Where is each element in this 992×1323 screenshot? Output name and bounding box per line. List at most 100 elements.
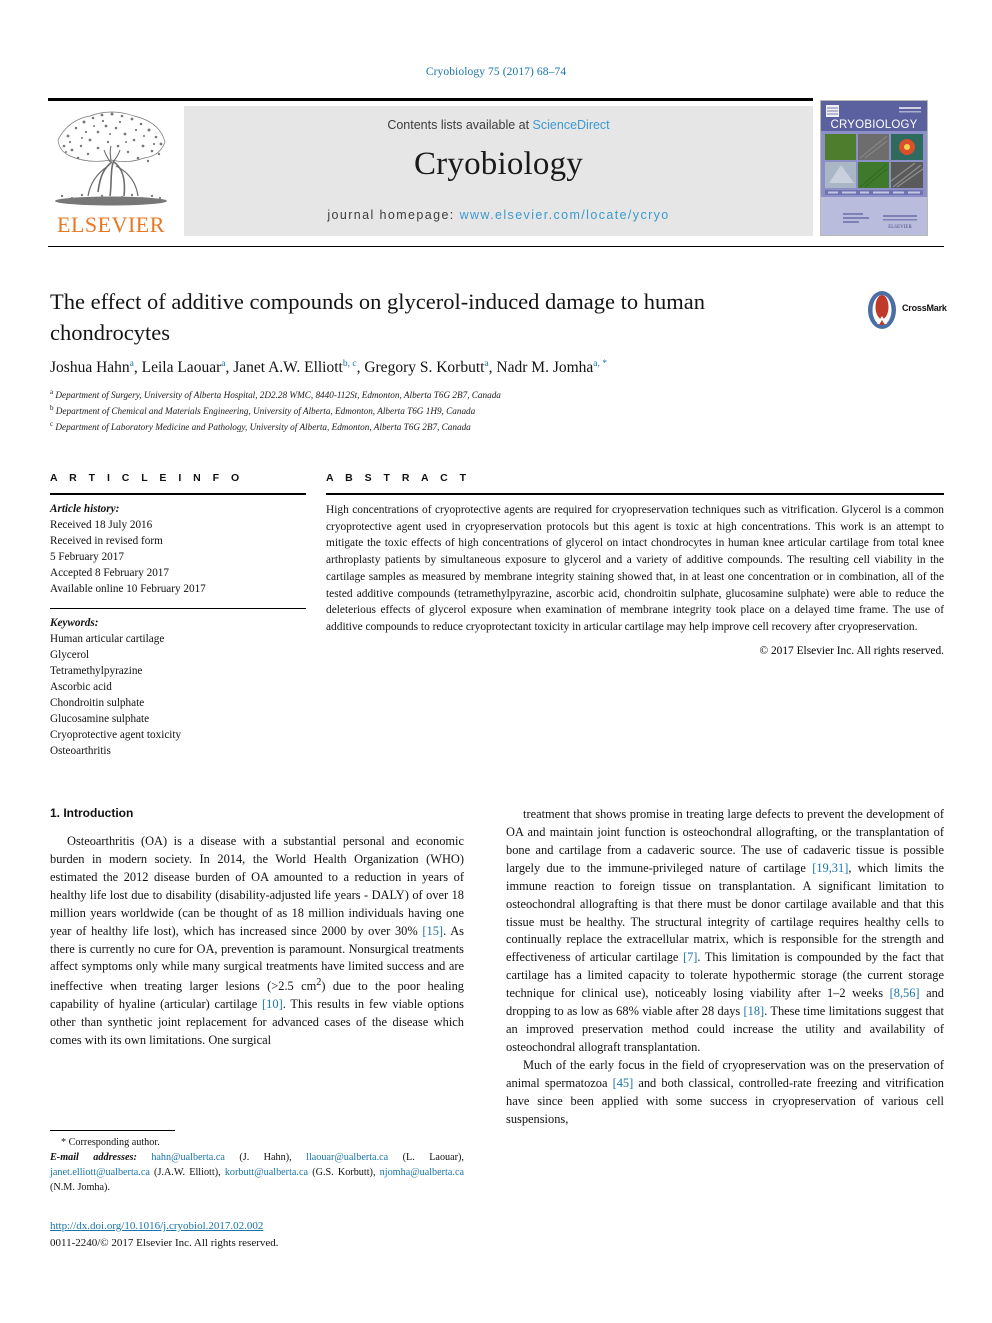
- intro-paragraphs-left: Osteoarthritis (OA) is a disease with a …: [50, 833, 464, 1050]
- corresponding-author-note: * Corresponding author. E-mail addresses…: [50, 1136, 464, 1196]
- author-name: Joshua Hahn: [50, 359, 130, 377]
- footnote-block: * Corresponding author. E-mail addresses…: [50, 1130, 464, 1196]
- author-name: Janet A.W. Elliott: [233, 359, 343, 377]
- affiliation-mark: c: [50, 419, 54, 428]
- citation-link[interactable]: [10]: [262, 997, 283, 1011]
- crossmark-icon: [868, 291, 896, 329]
- author-name: Leila Laouar: [141, 359, 222, 377]
- keywords-label: Keywords:: [50, 617, 99, 630]
- affiliation-item: a Department of Surgery, University of A…: [50, 388, 501, 401]
- corresponding-author-label: * Corresponding author.: [61, 1137, 160, 1148]
- affiliation-item: b Department of Chemical and Materials E…: [50, 403, 476, 417]
- svg-text:ELSEVIER: ELSEVIER: [888, 225, 912, 230]
- elsevier-logo: ELSEVIER: [48, 106, 174, 236]
- article-info-column: A R T I C L E I N F O Article history: R…: [50, 472, 306, 760]
- citation-link[interactable]: [19,31]: [812, 861, 848, 875]
- article-history-label: Article history:: [50, 503, 120, 515]
- email-owner: (L. Laouar),: [388, 1151, 464, 1163]
- citation-link[interactable]: [8,56]: [890, 986, 920, 1000]
- keywords-block: Keywords: Human articular cartilage Glyce…: [50, 616, 306, 759]
- article-info-rule: [50, 493, 306, 495]
- email-link[interactable]: hahn@ualberta.ca: [151, 1152, 225, 1163]
- body-paragraph: treatment that shows promise in treating…: [506, 807, 944, 1054]
- contents-available-line: Contents lists available at ScienceDirec…: [184, 118, 813, 132]
- article-title: The effect of additive compounds on glyc…: [50, 289, 705, 346]
- keyword-item: Tetramethylpyrazine: [50, 665, 143, 678]
- running-head: Cryobiology 75 (2017) 68–74: [425, 66, 567, 78]
- article-history-item: 5 February 2017: [50, 550, 124, 563]
- email-addresses-line: E-mail addresses: hahn@ualberta.ca (J. H…: [50, 1151, 464, 1196]
- affiliation-mark: a: [50, 388, 54, 396]
- journal-masthead: ELSEVIER Contents lists available at Sci…: [48, 98, 944, 236]
- abstract-heading: A B S T R A C T: [326, 472, 471, 484]
- sciencedirect-link[interactable]: ScienceDirect: [533, 118, 610, 132]
- author-affiliation-mark: b, c: [342, 359, 357, 369]
- author-affiliation-mark: a: [221, 359, 226, 369]
- email-owner: (G.S. Korbutt),: [308, 1166, 380, 1178]
- homepage-link[interactable]: www.elsevier.com/locate/ycryo: [460, 208, 670, 222]
- doi-block: http://dx.doi.org/10.1016/j.cryobiol.201…: [50, 1218, 470, 1251]
- email-link[interactable]: korbutt@ualberta.ca: [225, 1167, 308, 1178]
- keyword-item: Cryoprotective agent toxicity: [50, 728, 182, 741]
- article-history-item: Accepted 8 February 2017: [50, 566, 169, 579]
- crossmark-label: CrossMark: [902, 303, 947, 313]
- doi-link[interactable]: http://dx.doi.org/10.1016/j.cryobiol.201…: [50, 1218, 470, 1235]
- contents-prefix: Contents lists available at: [387, 118, 533, 132]
- article-info-heading: A R T I C L E I N F O: [50, 472, 244, 484]
- keyword-item: Human articular cartilage: [50, 633, 165, 646]
- affiliation-list: a Department of Surgery, University of A…: [50, 387, 870, 435]
- superscript: 2: [316, 977, 322, 989]
- section-heading-introduction: 1. Introduction: [50, 806, 134, 820]
- citation-link[interactable]: [7]: [683, 950, 697, 964]
- homepage-prefix: journal homepage:: [327, 208, 460, 222]
- affiliation-item: c Department of Laboratory Medicine and …: [50, 419, 471, 432]
- body-column-right: treatment that shows promise in treating…: [506, 806, 944, 1129]
- abstract-column: A B S T R A C T High concentrations of c…: [326, 472, 944, 657]
- citation-link[interactable]: [45]: [613, 1076, 634, 1090]
- elsevier-tree-icon: [55, 111, 167, 206]
- keyword-item: Ascorbic acid: [50, 681, 112, 694]
- author-affiliation-mark: a, *: [593, 359, 608, 369]
- body-paragraph: Osteoarthritis (OA) is a disease with a …: [50, 834, 464, 1048]
- email-owner: (N.M. Jomha).: [50, 1181, 110, 1193]
- keyword-item: Glycerol: [50, 649, 90, 662]
- crossmark-badge[interactable]: CrossMark: [862, 290, 947, 330]
- citation-link[interactable]: [18]: [744, 1004, 765, 1018]
- email-owner: (J. Hahn),: [224, 1151, 307, 1163]
- author-name: Gregory S. Korbutt: [364, 359, 485, 377]
- keyword-items: Human articular cartilage Glycerol Tetrame…: [50, 632, 306, 759]
- issn-copyright: 0011-2240/© 2017 Elsevier Inc. All right…: [50, 1236, 279, 1249]
- affiliation-mark: b: [50, 403, 54, 412]
- author-list: Joshua Hahna, Leila Laouara, Janet A.W. …: [50, 359, 608, 377]
- journal-band: Contents lists available at ScienceDirec…: [184, 106, 813, 236]
- article-history-item: Received 18 July 2016: [50, 518, 153, 531]
- footnote-rule: [50, 1130, 175, 1131]
- masthead-top-rule: [48, 98, 813, 101]
- article-history-items: Received 18 July 2016 Received in revised…: [50, 518, 306, 598]
- citation-link[interactable]: [15]: [422, 924, 443, 938]
- title-separator-rule: [48, 246, 944, 247]
- email-link[interactable]: njomha@ualberta.ca: [380, 1167, 464, 1178]
- article-history-item: Available online 10 February 2017: [50, 582, 206, 595]
- email-link[interactable]: llaouar@ualberta.ca: [306, 1152, 388, 1163]
- journal-cover-thumbnail: CRYOBIOLOGY ELSEVIER: [820, 100, 928, 236]
- keyword-item: Osteoarthritis: [50, 744, 111, 757]
- author-affiliation-mark: a: [484, 359, 489, 369]
- article-history-item: Received in revised form: [50, 534, 163, 547]
- email-link[interactable]: janet.elliott@ualberta.ca: [50, 1167, 150, 1178]
- article-page: Cryobiology 75 (2017) 68–74 ELSEVIER Con…: [0, 0, 992, 1323]
- body-paragraph: Much of the early focus in the field of …: [506, 1057, 944, 1126]
- author-affiliation-mark: a: [129, 359, 134, 369]
- author-name: Nadr M. Jomha: [496, 359, 594, 377]
- elsevier-wordmark: ELSEVIER: [57, 212, 165, 237]
- journal-homepage-line: journal homepage: www.elsevier.com/locat…: [184, 208, 813, 222]
- journal-cover-image: CRYOBIOLOGY ELSEVIER: [821, 101, 927, 235]
- email-owner: (J.A.W. Elliott),: [149, 1166, 225, 1178]
- article-history: Article history: Received 18 July 2016 Re…: [50, 502, 306, 597]
- keyword-item: Glucosamine sulphate: [50, 712, 150, 725]
- body-column-left: 1. Introduction Osteoarthritis (OA) is a…: [50, 806, 464, 1050]
- keyword-item: Chondroitin sulphate: [50, 696, 145, 709]
- abstract-text: High concentrations of cryoprotective ag…: [326, 504, 944, 633]
- svg-text:CRYOBIOLOGY: CRYOBIOLOGY: [831, 119, 918, 131]
- intro-paragraphs-right: treatment that shows promise in treating…: [506, 806, 944, 1129]
